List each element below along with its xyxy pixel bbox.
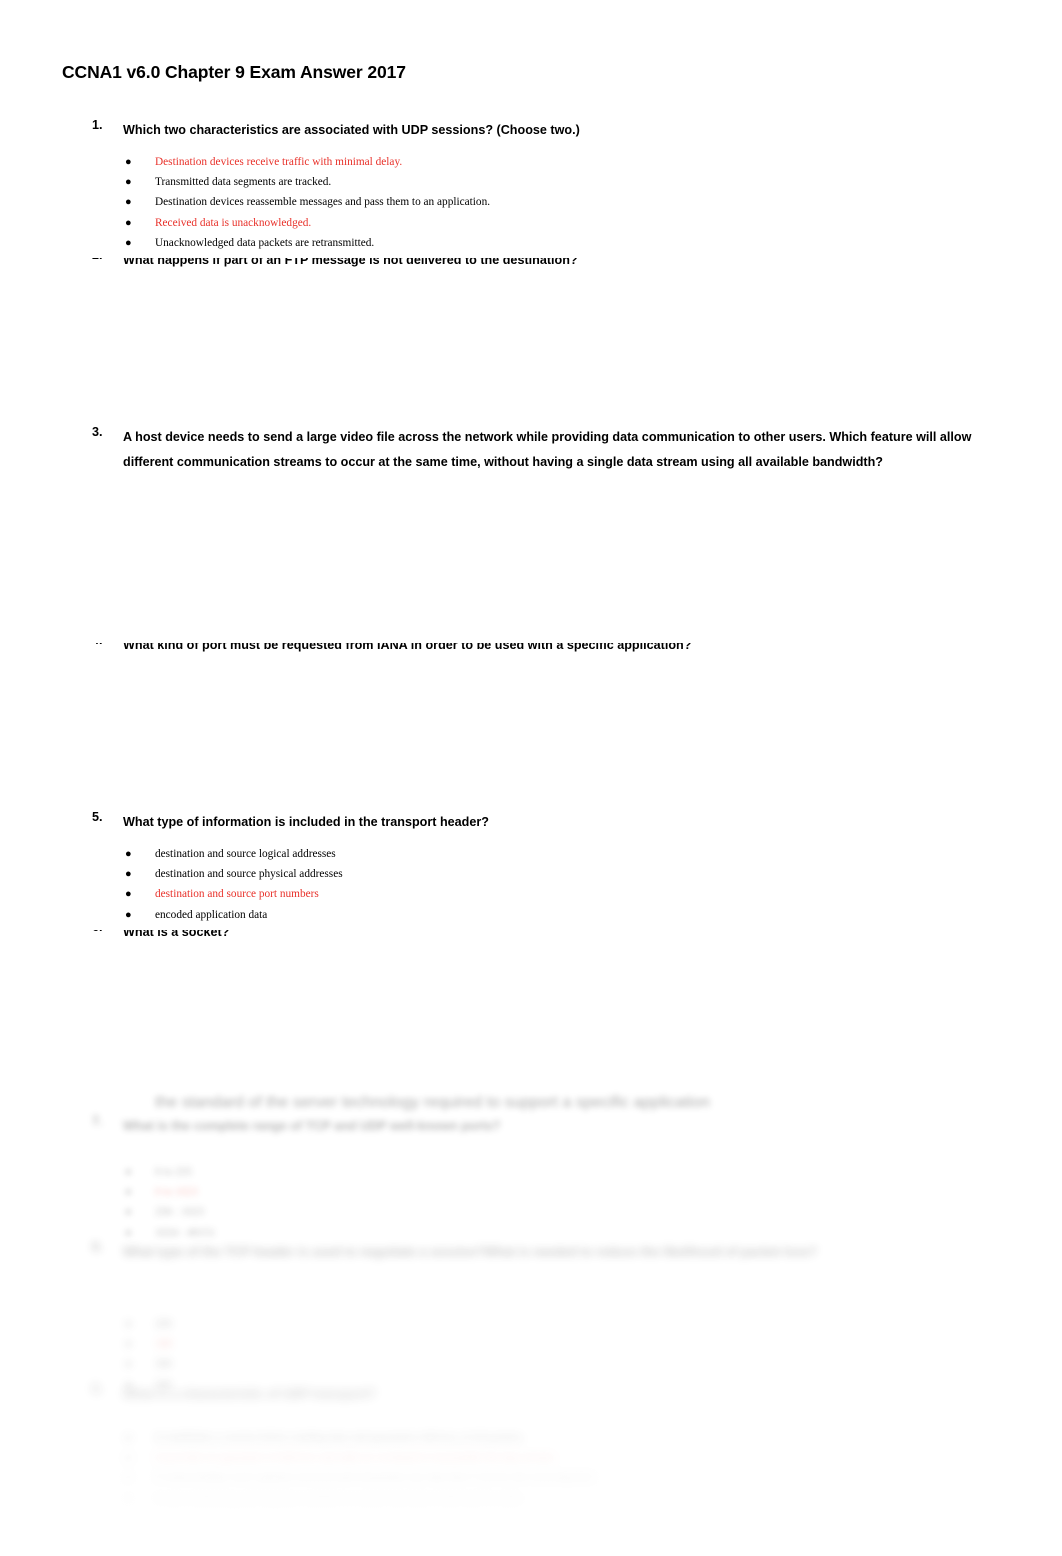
bullet-icon: ● bbox=[125, 1206, 132, 1219]
bullet-icon: ● bbox=[125, 156, 132, 168]
answer-option-label: destination and source logical addresses bbox=[155, 848, 336, 860]
question-text-6: What is a socket? bbox=[123, 930, 230, 939]
question-text-7: What is the complete range of TCP and UD… bbox=[123, 1119, 501, 1133]
question-6-trailing-option: the standard of the server technology re… bbox=[155, 1094, 710, 1111]
question-block-4: 4. What kind of port must be requested f… bbox=[0, 643, 1062, 657]
question-text-2: What happens if part of an FTP message i… bbox=[123, 258, 578, 267]
bullet-icon: ● bbox=[125, 1186, 132, 1199]
question-number-8: 8. bbox=[92, 1240, 103, 1254]
bullet-icon: ● bbox=[125, 1472, 132, 1485]
answer-option-label: It provides no guarantee of delivery and… bbox=[155, 1452, 557, 1465]
bullet-icon: ● bbox=[125, 1166, 132, 1178]
question-4-answer-area bbox=[0, 657, 1062, 805]
answer-option[interactable]: ● Destination devices reassemble message… bbox=[0, 192, 1062, 212]
question-number-9: 9. bbox=[92, 1382, 103, 1396]
question-2-answer-area bbox=[0, 272, 1062, 420]
bullet-icon: ● bbox=[125, 1318, 132, 1330]
question-block-9: 9. What is a characteristic of UDP trans… bbox=[0, 1382, 1062, 1505]
answer-option[interactable]: ● encoded application data bbox=[0, 905, 1062, 925]
answer-option-label: encoded application data bbox=[155, 908, 268, 921]
answer-option[interactable]: ● 100 bbox=[0, 1334, 1062, 1354]
answer-option[interactable]: ● destination and source logical address… bbox=[0, 844, 1062, 864]
answer-option-label: Received data is unacknowledged. bbox=[155, 216, 312, 229]
answer-option-label: It acknowledges each segment received an… bbox=[155, 1472, 597, 1485]
answer-option[interactable]: ● destination and source port numbers bbox=[0, 884, 1062, 904]
answer-option[interactable]: ● destination and source physical addres… bbox=[0, 864, 1062, 884]
answer-option[interactable]: ● Transmitted data segments are tracked. bbox=[0, 172, 1062, 192]
question-text-3: A host device needs to send a large vide… bbox=[123, 430, 972, 469]
answer-option-label: destination and source physical addresse… bbox=[155, 868, 343, 881]
answer-option-label: 0 to 255 bbox=[155, 1166, 193, 1178]
answer-options-7: ● 0 to 255 ● 0 to 1023 ● 256 - 1023 ● 10… bbox=[0, 1162, 1062, 1243]
answer-option[interactable]: ● 0 to 1023 bbox=[0, 1182, 1062, 1202]
question-text-1: Which two characteristics are associated… bbox=[123, 123, 580, 137]
question-block-7: the standard of the server technology re… bbox=[0, 1094, 1062, 1239]
bullet-icon: ● bbox=[125, 1358, 132, 1371]
question-3-answer-area bbox=[0, 505, 1062, 635]
bullet-icon: ● bbox=[125, 868, 132, 881]
question-block-2: 2. What happens if part of an FTP messag… bbox=[0, 258, 1062, 272]
page-title: CCNA1 v6.0 Chapter 9 Exam Answer 2017 bbox=[62, 62, 406, 82]
bullet-icon: ● bbox=[125, 888, 132, 901]
answer-options-9: ● It establishes a session before sendin… bbox=[0, 1428, 1062, 1509]
question-number-5: 5. bbox=[92, 810, 103, 824]
answer-option[interactable]: ● 256 - 1023 bbox=[0, 1202, 1062, 1222]
question-block-6: 6. What is a socket? bbox=[0, 930, 1062, 944]
document-page: CCNA1 v6.0 Chapter 9 Exam Answer 2017 1.… bbox=[0, 0, 1062, 1556]
answer-option[interactable]: ● It uses windowing and sequence numbers… bbox=[0, 1489, 1062, 1509]
question-block-8: 8. What type of the TCP header is used t… bbox=[0, 1240, 1062, 1391]
answer-option-label: 300 bbox=[155, 1358, 172, 1371]
answer-option-label: 100 bbox=[155, 1338, 172, 1351]
answer-option[interactable]: ● 200 bbox=[0, 1314, 1062, 1334]
bullet-icon: ● bbox=[125, 176, 132, 189]
question-text-8: What type of the TCP header is used to n… bbox=[123, 1245, 817, 1259]
question-text-5: What type of information is included in … bbox=[123, 815, 489, 829]
question-text-4: What kind of port must be requested from… bbox=[123, 643, 692, 652]
bullet-icon: ● bbox=[125, 196, 132, 209]
answer-option[interactable]: ● It establishes a session before sendin… bbox=[0, 1428, 1062, 1448]
bullet-icon: ● bbox=[125, 1338, 132, 1351]
answer-option[interactable]: ● Destination devices receive traffic wi… bbox=[0, 152, 1062, 172]
bullet-icon: ● bbox=[125, 216, 132, 229]
question-number-2: 2. bbox=[92, 258, 118, 262]
answer-option[interactable]: ● It provides no guarantee of delivery a… bbox=[0, 1448, 1062, 1468]
answer-option-label: It uses windowing and sequence numbers t… bbox=[155, 1492, 524, 1505]
answer-option[interactable]: ● 0 to 255 bbox=[0, 1162, 1062, 1182]
answer-option-label: destination and source port numbers bbox=[155, 888, 319, 901]
question-number-6: 6. bbox=[92, 930, 118, 934]
answer-option[interactable]: ● It acknowledges each segment received … bbox=[0, 1468, 1062, 1488]
bullet-icon: ● bbox=[125, 1432, 132, 1444]
answer-option[interactable]: ● Received data is unacknowledged. bbox=[0, 213, 1062, 233]
answer-options-1: ● Destination devices receive traffic wi… bbox=[0, 152, 1062, 253]
bullet-icon: ● bbox=[125, 236, 132, 249]
answer-option[interactable]: ● Unacknowledged data packets are retran… bbox=[0, 233, 1062, 253]
answer-option-label: 0 to 1023 bbox=[155, 1186, 198, 1199]
answer-option-label: It establishes a session before sending … bbox=[155, 1432, 525, 1444]
answer-option-label: 200 bbox=[155, 1318, 172, 1330]
bullet-icon: ● bbox=[125, 1452, 132, 1465]
question-number-4: 4. bbox=[92, 643, 118, 647]
question-6-answer-area bbox=[0, 944, 1062, 1094]
answer-option-label: Destination devices reassemble messages … bbox=[155, 196, 491, 209]
answer-option-label: Destination devices receive traffic with… bbox=[155, 156, 403, 168]
bullet-icon: ● bbox=[125, 848, 132, 860]
question-text-9: What is a characteristic of UDP transpor… bbox=[123, 1387, 376, 1401]
answer-options-5: ● destination and source logical address… bbox=[0, 844, 1062, 925]
question-number-3: 3. bbox=[92, 425, 103, 439]
question-number-7: 7. bbox=[92, 1114, 103, 1128]
bullet-icon: ● bbox=[125, 1492, 132, 1505]
answer-option-label: 256 - 1023 bbox=[155, 1206, 204, 1219]
bullet-icon: ● bbox=[125, 908, 132, 921]
answer-option[interactable]: ● 300 bbox=[0, 1354, 1062, 1374]
question-number-1: 1. bbox=[92, 118, 103, 132]
answer-option-label: Unacknowledged data packets are retransm… bbox=[155, 236, 375, 249]
answer-option-label: Transmitted data segments are tracked. bbox=[155, 176, 332, 189]
